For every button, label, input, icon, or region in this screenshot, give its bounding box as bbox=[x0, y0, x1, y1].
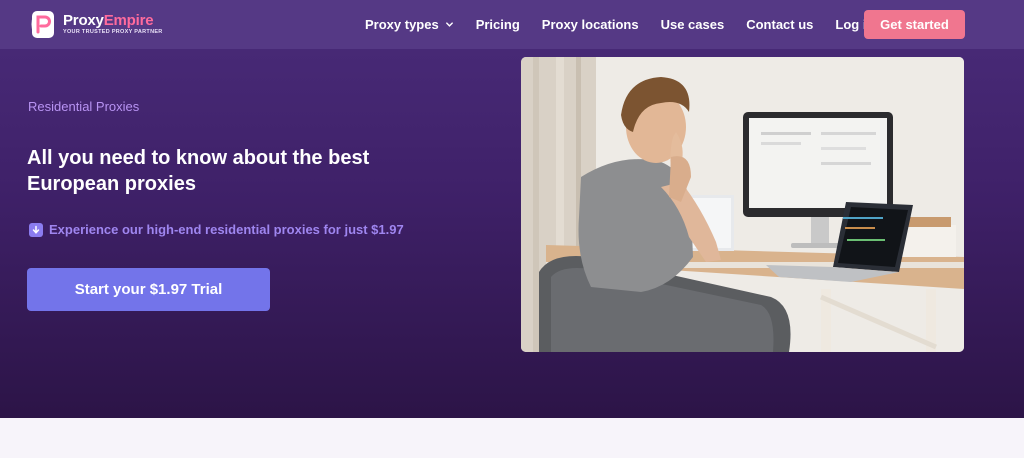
hero-offer: Experience our high-end residential prox… bbox=[29, 222, 404, 237]
brand-tagline: YOUR TRUSTED PROXY PARTNER bbox=[63, 29, 163, 36]
download-arrow-icon bbox=[29, 222, 43, 237]
brand-logo[interactable]: ProxyEmpire YOUR TRUSTED PROXY PARTNER bbox=[30, 10, 163, 39]
hero-eyebrow: Residential Proxies bbox=[28, 99, 140, 114]
proxyempire-logo-icon bbox=[30, 10, 58, 39]
nav-item-contact-us[interactable]: Contact us bbox=[746, 17, 813, 32]
nav-item-use-cases[interactable]: Use cases bbox=[661, 17, 725, 32]
hero-offer-text: Experience our high-end residential prox… bbox=[49, 222, 404, 237]
nav-item-proxy-locations[interactable]: Proxy locations bbox=[542, 17, 639, 32]
hero-headline: All you need to know about the best Euro… bbox=[27, 147, 370, 195]
below-fold-section bbox=[0, 418, 1024, 458]
get-started-button[interactable]: Get started bbox=[864, 10, 965, 39]
hero-image bbox=[521, 57, 964, 352]
hero-section: ProxyEmpire YOUR TRUSTED PROXY PARTNER P… bbox=[0, 0, 1024, 418]
top-navbar: ProxyEmpire YOUR TRUSTED PROXY PARTNER P… bbox=[0, 0, 1024, 49]
nav-links: Proxy types Pricing Proxy locations Use … bbox=[365, 0, 896, 49]
nav-item-pricing[interactable]: Pricing bbox=[476, 17, 520, 32]
start-trial-button[interactable]: Start your $1.97 Trial bbox=[27, 268, 270, 311]
nav-item-proxy-types[interactable]: Proxy types bbox=[365, 17, 454, 32]
chevron-down-icon bbox=[445, 22, 453, 27]
brand-name: ProxyEmpire bbox=[63, 12, 154, 30]
